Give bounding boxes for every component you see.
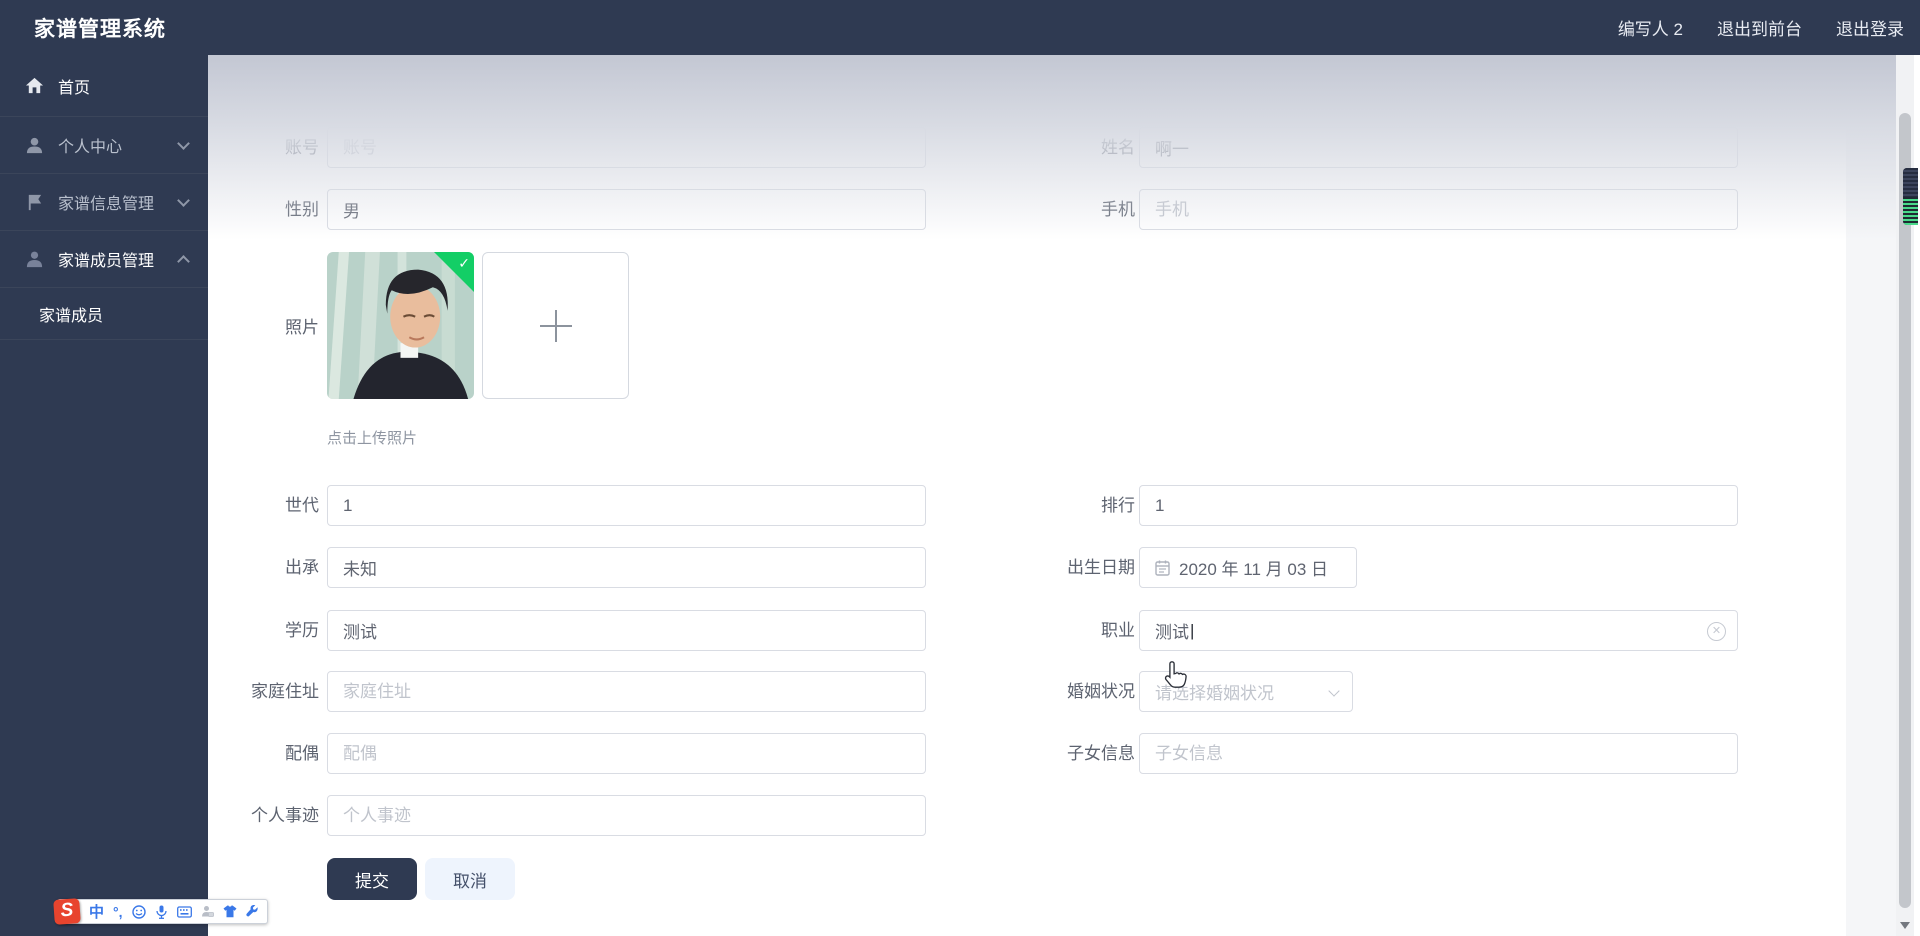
name-input[interactable]: [1139, 127, 1738, 168]
marital-status-placeholder: 请选择婚姻状况: [1155, 679, 1274, 704]
clear-icon[interactable]: ✕: [1707, 622, 1726, 641]
sidebar-subitem-members[interactable]: 家谱成员: [0, 288, 208, 340]
punctuation-icon[interactable]: °,: [113, 904, 123, 920]
header-links: 编写人 2 退出到前台 退出登录: [1618, 0, 1904, 55]
gender-label: 性别: [208, 189, 319, 230]
scrollbar-down-arrow[interactable]: [1900, 922, 1910, 929]
generation-input[interactable]: [327, 485, 926, 526]
form-row: 账号 姓名: [208, 127, 1828, 168]
form-row: 性别 手机: [208, 189, 1828, 230]
partial-field-label: 名: [927, 75, 1133, 100]
partial-field-label: 号: [208, 75, 313, 100]
member-icon: [25, 250, 44, 269]
children-input[interactable]: [1139, 733, 1738, 774]
form-row: 家庭住址 婚姻状况 请选择婚姻状况: [208, 671, 1828, 712]
occupation-value: 测试: [1155, 618, 1189, 643]
partial-input-right[interactable]: [1139, 55, 1738, 68]
origin-input[interactable]: [327, 547, 926, 588]
rank-label: 排行: [927, 485, 1135, 526]
app-header: 家谱管理系统 编写人 2 退出到前台 退出登录: [0, 0, 1920, 55]
submit-button[interactable]: 提交: [327, 858, 417, 900]
form-row: 配偶 子女信息: [208, 733, 1828, 774]
sidebar-item-label: 家谱信息管理: [58, 190, 154, 214]
sidebar-item-personal-center[interactable]: 个人中心: [0, 117, 208, 174]
photo-label: 照片: [208, 313, 319, 338]
sidebar-item-label: 家谱成员管理: [58, 247, 154, 271]
marital-status-select[interactable]: 请选择婚姻状况: [1139, 671, 1353, 712]
deeds-label: 个人事迹: [208, 795, 319, 836]
chevron-down-icon: [1328, 685, 1339, 696]
marital-status-label: 婚姻状况: [927, 671, 1135, 712]
upload-hint: 点击上传照片: [327, 427, 417, 448]
birthdate-picker[interactable]: 2020 年 11 月 03 日: [1139, 547, 1357, 588]
partial-input-left[interactable]: [327, 55, 926, 68]
flag-icon: [25, 193, 44, 212]
birthdate-value: 2020 年 11 月 03 日: [1179, 555, 1328, 580]
logout-link[interactable]: 退出登录: [1836, 15, 1904, 40]
page-background-strip: [1846, 55, 1896, 936]
keyboard-icon[interactable]: [177, 906, 192, 918]
home-icon: [25, 76, 44, 95]
birthdate-label: 出生日期: [927, 547, 1135, 588]
scroll-marker-dark-stripes: [1903, 168, 1918, 197]
exit-to-front-link[interactable]: 退出到前台: [1717, 15, 1802, 40]
scroll-marker-widget[interactable]: [1903, 168, 1918, 225]
emoji-icon[interactable]: [132, 905, 146, 919]
account-label: 账号: [208, 127, 319, 168]
current-user-link[interactable]: 编写人 2: [1618, 15, 1683, 40]
address-label: 家庭住址: [208, 671, 319, 712]
children-label: 子女信息: [927, 733, 1135, 774]
generation-label: 世代: [208, 485, 319, 526]
phone-label: 手机: [927, 189, 1135, 230]
text-caret: |: [1190, 621, 1194, 641]
sidebar-item-home[interactable]: 首页: [0, 55, 208, 117]
education-label: 学历: [208, 610, 319, 651]
occupation-input[interactable]: 测试 | ✕: [1139, 610, 1738, 651]
tools-icon[interactable]: [246, 905, 259, 918]
app-title: 家谱管理系统: [34, 13, 166, 43]
scroll-marker-green-stripes: [1903, 197, 1918, 225]
account-input[interactable]: [327, 127, 926, 168]
name-label: 姓名: [927, 127, 1135, 168]
skin-icon[interactable]: [223, 905, 237, 918]
spouse-input[interactable]: [327, 733, 926, 774]
account-icon[interactable]: [201, 905, 214, 918]
member-edit-form: 号 名 账号 姓名 性别 手机 照片 ✓: [208, 55, 1846, 936]
sogou-logo-icon[interactable]: S: [53, 898, 81, 925]
microphone-icon[interactable]: [155, 905, 168, 919]
chevron-up-icon: [177, 255, 190, 268]
cancel-button[interactable]: 取消: [425, 858, 515, 900]
calendar-icon: [1155, 560, 1170, 576]
origin-label: 出承: [208, 547, 319, 588]
sidebar-item-member-management[interactable]: 家谱成员管理: [0, 231, 208, 288]
chevron-down-icon: [177, 194, 190, 207]
user-icon: [25, 136, 44, 155]
sidebar-subitem-label: 家谱成员: [39, 302, 103, 326]
ime-toolbar[interactable]: S 中 °,: [57, 899, 268, 924]
photo-upload-button[interactable]: [482, 252, 629, 399]
form-row: 出承 出生日期 2020 年 11 月 03 日: [208, 547, 1828, 588]
address-input[interactable]: [327, 671, 926, 712]
sidebar: 首页 个人中心 家谱信息管理 家谱成员管理 家谱成员: [0, 55, 208, 936]
occupation-label: 职业: [927, 610, 1135, 651]
check-icon: ✓: [458, 255, 470, 272]
sidebar-item-genealogy-info[interactable]: 家谱信息管理: [0, 174, 208, 231]
gender-input[interactable]: [327, 189, 926, 230]
chevron-down-icon: [177, 137, 190, 150]
rank-input[interactable]: [1139, 485, 1738, 526]
scrollbar-thumb[interactable]: [1899, 113, 1911, 908]
photo-thumbnail[interactable]: ✓: [327, 252, 474, 399]
phone-input[interactable]: [1139, 189, 1738, 230]
form-row: 个人事迹: [208, 795, 1828, 836]
sidebar-item-label: 个人中心: [58, 133, 122, 157]
spouse-label: 配偶: [208, 733, 319, 774]
form-row: 学历 职业 测试 | ✕: [208, 610, 1828, 651]
plus-icon: [540, 310, 572, 342]
deeds-input[interactable]: [327, 795, 926, 836]
sidebar-item-label: 首页: [58, 74, 90, 98]
form-row: 世代 排行: [208, 485, 1828, 526]
education-input[interactable]: [327, 610, 926, 651]
chinese-mode-icon[interactable]: 中: [89, 901, 104, 922]
